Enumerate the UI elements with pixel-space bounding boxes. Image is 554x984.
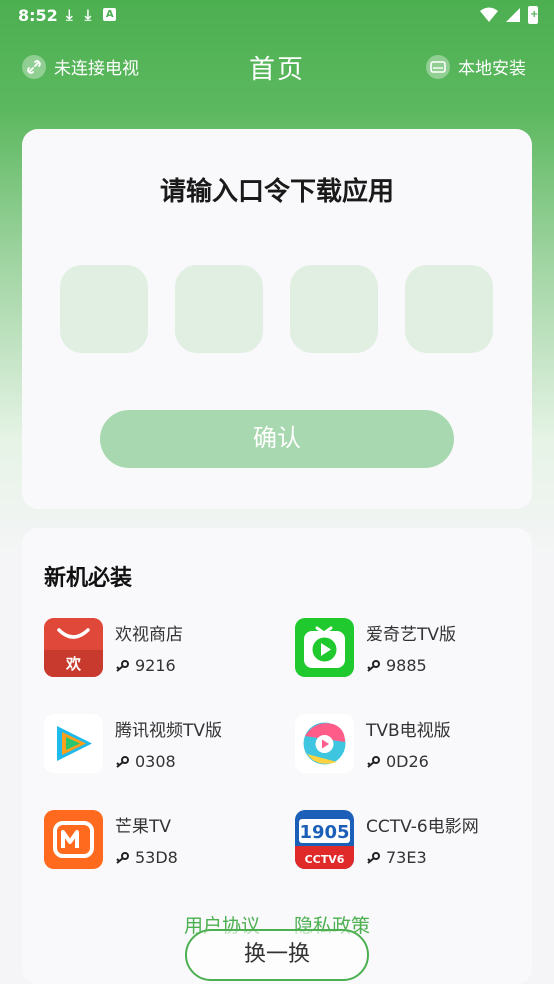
svg-text:欢: 欢 [65,655,82,673]
code-digit-box-3[interactable] [290,265,378,353]
download-icon: ⤓ [84,6,92,24]
code-digit-box-4[interactable] [405,265,493,353]
code-entry-card: 请输入口令下载应用 确认 [22,129,532,509]
code-digit-box-2[interactable] [175,265,263,353]
app-name: 腾讯视频TV版 [115,721,223,741]
app-item-tencent-video[interactable]: 腾讯视频TV版 0308 [44,714,284,774]
download-icon: ⤓ [66,6,73,24]
confirm-button[interactable]: 确认 [100,410,454,468]
status-time: 8:52 [18,6,58,25]
wifi-icon [480,7,498,22]
key-icon [367,755,380,768]
local-install-label: 本地安装 [458,59,526,79]
key-icon [116,851,129,864]
app-item-mango-tv[interactable]: 芒果TV 53D8 [44,810,284,870]
app-name: TVB电视版 [366,721,451,741]
app-code-row: 73E3 [366,848,427,867]
key-icon [116,755,129,768]
system-icons: + [480,6,538,24]
app-code: 0D26 [386,752,429,771]
huanshi-store-icon: 欢 [44,618,103,677]
app-name: 爱奇艺TV版 [366,625,457,645]
app-name: CCTV-6电影网 [366,817,479,837]
app-item-huanshi[interactable]: 欢 欢视商店 9216 [44,618,284,678]
app-code: 53D8 [135,848,178,867]
app-code: 9885 [386,656,427,675]
status-bar: 8:52 ⤓ ⤓ A + [0,0,554,32]
app-code-row: 0D26 [366,752,429,771]
app-code-row: 53D8 [115,848,178,867]
key-icon [367,851,380,864]
app-code: 73E3 [386,848,427,867]
app-notification-icon: A [103,8,117,21]
svg-text:1905: 1905 [299,822,349,843]
recommended-title: 新机必装 [44,566,133,591]
top-bar: 未连接电视 首页 本地安装 [0,40,554,94]
app-item-iqiyi[interactable]: 爱奇艺TV版 9885 [295,618,535,678]
key-icon [367,659,380,672]
cctv6-icon: 1905 CCTV6 [295,810,354,869]
iqiyi-tv-icon [295,618,354,677]
app-item-tvb[interactable]: TVB电视版 0D26 [295,714,535,774]
app-code-row: 9216 [115,656,176,675]
app-code-row: 0308 [115,752,176,771]
app-code: 0308 [135,752,176,771]
svg-text:CCTV6: CCTV6 [305,853,345,866]
app-item-cctv6[interactable]: 1905 CCTV6 CCTV-6电影网 73E3 [295,810,535,870]
storage-icon [426,54,450,79]
code-entry-title: 请输入口令下载应用 [159,177,394,207]
app-code: 9216 [135,656,176,675]
mango-tv-icon [44,810,103,869]
local-install-button[interactable]: 本地安装 [426,54,526,79]
swap-button[interactable]: 换一换 [185,929,369,981]
app-name: 欢视商店 [115,625,183,645]
battery-icon: + [528,6,538,24]
notification-icons: ⤓ ⤓ A [66,6,117,24]
key-icon [116,659,129,672]
code-digit-box-1[interactable] [60,265,148,353]
tencent-video-icon [44,714,103,773]
app-name: 芒果TV [115,817,172,837]
tvb-icon [295,714,354,773]
signal-icon [506,8,520,22]
app-code-row: 9885 [366,656,427,675]
